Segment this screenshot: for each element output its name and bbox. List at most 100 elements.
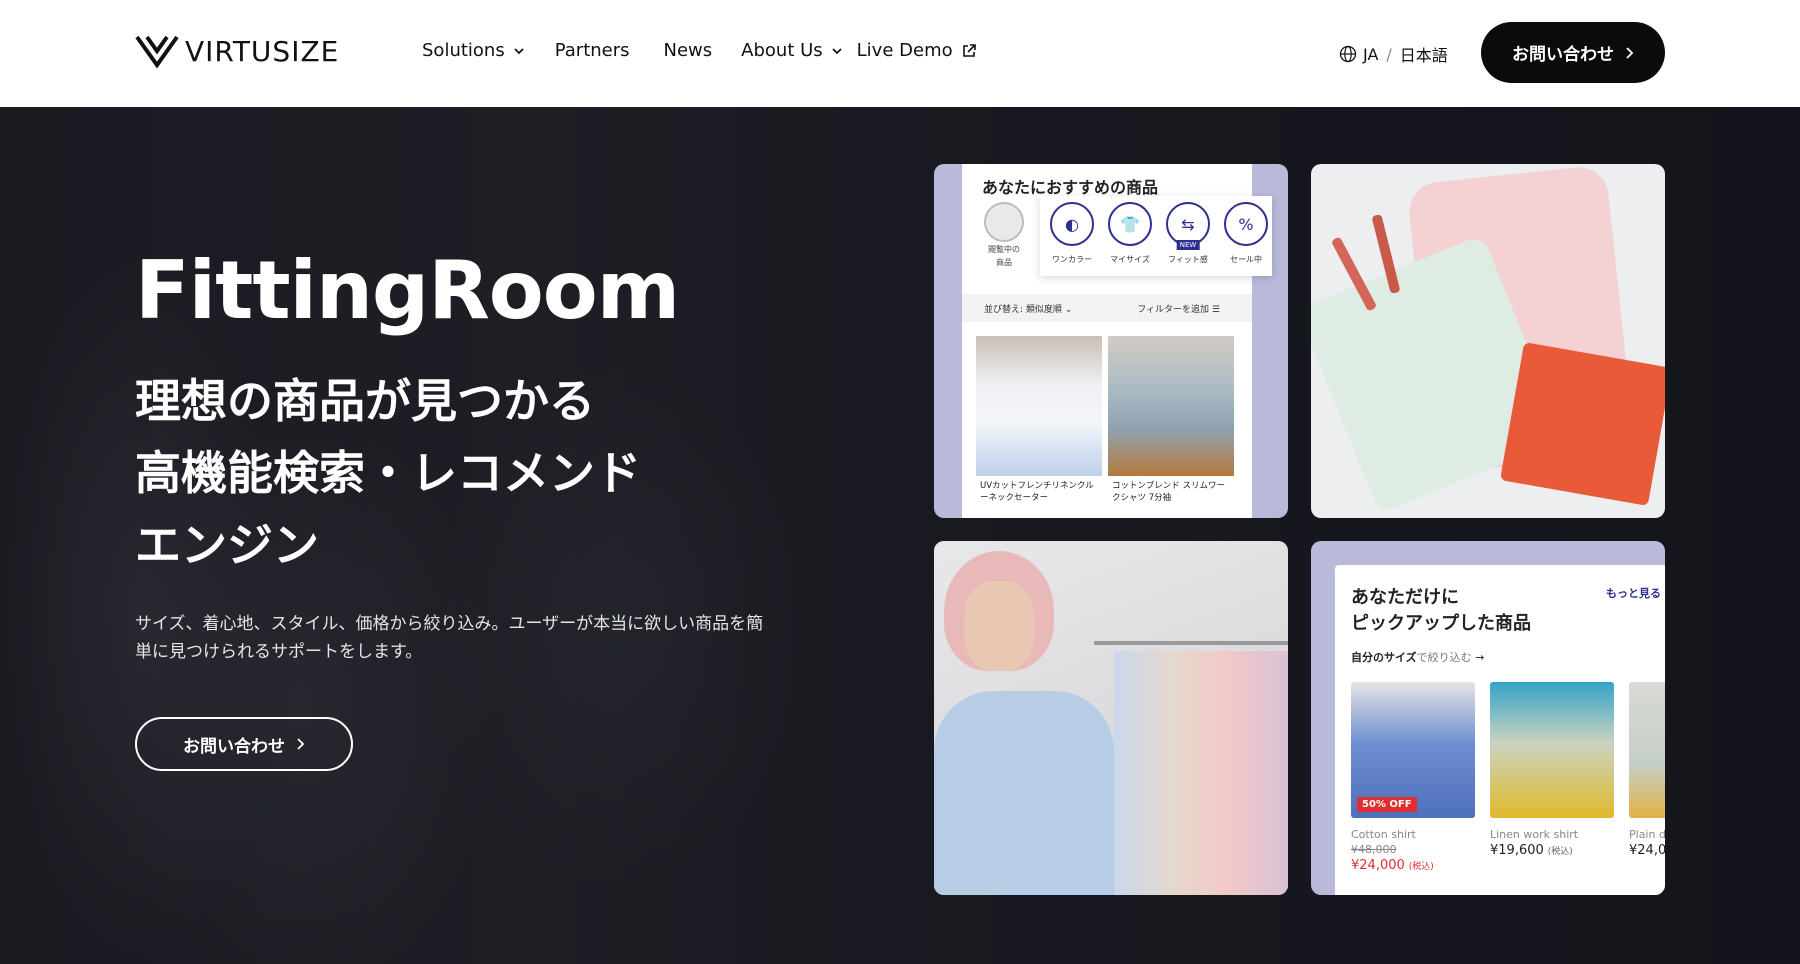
nav-about-us[interactable]: About Us bbox=[741, 40, 843, 61]
product-item[interactable]: 50% OFF Cotton shirt ¥48,000 ¥24,000 (税込) bbox=[1351, 682, 1475, 873]
contact-button-hero-label: お問い合わせ bbox=[183, 736, 285, 757]
lang-code: JA bbox=[1363, 44, 1379, 64]
hero-subtitle-line: 理想の商品が見つかる bbox=[135, 374, 595, 428]
add-filter-button[interactable]: フィルターを追加 ☰ bbox=[1137, 302, 1220, 315]
contact-button-hero[interactable]: お問い合わせ bbox=[135, 717, 353, 771]
virtusize-logo-icon bbox=[135, 35, 179, 69]
percent-icon: % bbox=[1224, 202, 1268, 246]
sort-bar: 並び替え: 類似度順 ⌄ フィルターを追加 ☰ bbox=[962, 294, 1252, 322]
hero-subtitle: 理想の商品が見つかる 高機能検索・レコメンド エンジン bbox=[135, 365, 755, 581]
product-price: ¥19,600 (税込) bbox=[1490, 843, 1614, 858]
virtusize-logo[interactable]: VIRTUSIZE bbox=[135, 33, 339, 69]
chip-sale[interactable]: % セール中 bbox=[1224, 202, 1268, 270]
palette-icon: ◐ bbox=[1050, 202, 1094, 246]
product-name: コットンブレンド スリムワークシャツ 7分袖 bbox=[1112, 481, 1225, 503]
viewed-label-line: 閲覧中の bbox=[988, 245, 1020, 254]
discount-badge: 50% OFF bbox=[1357, 797, 1417, 812]
chevron-down-icon bbox=[514, 47, 524, 54]
clothes-rack bbox=[1094, 641, 1288, 645]
site-header: VIRTUSIZE Solutions Partners News About … bbox=[0, 0, 1800, 107]
original-price: ¥48,000 bbox=[1351, 843, 1397, 856]
recommendation-title: あなたにおすすめの商品 bbox=[982, 178, 1159, 197]
hero-description: サイズ、着心地、スタイル、価格から絞り込み。ユーザーが本当に欲しい商品を簡 単に… bbox=[135, 610, 825, 666]
contact-button-label: お問い合わせ bbox=[1512, 45, 1614, 65]
size-filter-text: で絞り込む bbox=[1416, 651, 1472, 664]
tax-note: (税込) bbox=[1547, 847, 1573, 857]
nav-news[interactable]: News bbox=[664, 40, 713, 61]
chip-label: セール中 bbox=[1230, 255, 1262, 264]
viewed-product[interactable]: 閲覧中の 商品 bbox=[982, 202, 1026, 268]
fit-icon: ⇆ NEW bbox=[1166, 202, 1210, 250]
logo-text: VIRTUSIZE bbox=[185, 34, 340, 68]
nav-about-us-label: About Us bbox=[741, 40, 823, 61]
hero-description-line: 単に見つけられるサポートをします。 bbox=[135, 642, 423, 662]
picked-title: あなただけに ピックアップした商品 bbox=[1351, 585, 1571, 637]
product-item[interactable]: Linen work shirt ¥19,600 (税込) bbox=[1490, 682, 1614, 858]
hero-description-line: サイズ、着心地、スタイル、価格から絞り込み。ユーザーが本当に欲しい商品を簡 bbox=[135, 614, 764, 634]
product-image bbox=[1629, 682, 1665, 818]
nav-partners-label: Partners bbox=[554, 40, 630, 61]
viewed-product-thumbnail bbox=[984, 202, 1024, 242]
hero-subtitle-line: 高機能検索・レコメンド bbox=[135, 446, 641, 500]
product-name: Plain d bbox=[1629, 828, 1665, 841]
hanging-clothes bbox=[1114, 651, 1288, 895]
filter-chips: ◐ ワンカラー 👕 マイサイズ ⇆ NEW フィット感 % セール中 bbox=[1040, 196, 1272, 276]
hero-title: FittingRoom bbox=[135, 244, 680, 337]
product-card[interactable]: コットンブレンド スリムワークシャツ 7分袖 bbox=[1108, 336, 1234, 518]
hero-subtitle-line: エンジン bbox=[135, 518, 319, 572]
nav-news-label: News bbox=[663, 40, 713, 61]
picked-title-line: あなただけに bbox=[1351, 587, 1459, 608]
size-filter-link[interactable]: 自分のサイズで絞り込む → bbox=[1351, 649, 1484, 665]
filter-chip-row: 閲覧中の 商品 ◐ ワンカラー 👕 マイサイズ ⇆ NEW フィット感 % セー… bbox=[962, 196, 1272, 276]
nav-partners[interactable]: Partners bbox=[555, 40, 630, 61]
chip-label: ワンカラー bbox=[1052, 255, 1092, 264]
product-image bbox=[976, 336, 1102, 476]
product-image bbox=[1490, 682, 1614, 818]
language-switcher[interactable]: JA / 日本語 bbox=[1339, 42, 1448, 66]
chevron-right-icon bbox=[1626, 46, 1634, 59]
bag-shape bbox=[1499, 342, 1665, 506]
lang-label: 日本語 bbox=[1399, 46, 1448, 65]
sort-dropdown[interactable]: 並び替え: 類似度順 ⌄ bbox=[984, 302, 1072, 315]
contact-button-header[interactable]: お問い合わせ bbox=[1481, 22, 1665, 83]
nav-solutions-label: Solutions bbox=[422, 40, 505, 61]
arrow-right-icon: → bbox=[1475, 651, 1485, 664]
product-price: ¥24,00 bbox=[1629, 843, 1665, 858]
chevron-down-icon bbox=[832, 47, 842, 54]
recommendation-panel: あなたにおすすめの商品 閲覧中の 商品 ◐ ワンカラー 👕 マイサイズ ⇆ NE… bbox=[962, 164, 1272, 518]
product-name: UVカットフレンチリネンクルーネックセーター bbox=[980, 481, 1094, 503]
size-filter-bold: 自分のサイズ bbox=[1351, 651, 1417, 664]
hero-section: FittingRoom 理想の商品が見つかる 高機能検索・レコメンド エンジン … bbox=[0, 107, 1800, 964]
picked-for-you-card: あなただけに ピックアップした商品 もっと見る 自分のサイズで絞り込む → 50… bbox=[1311, 541, 1665, 895]
nav-solutions[interactable]: Solutions bbox=[422, 40, 525, 61]
picked-panel: あなただけに ピックアップした商品 もっと見る 自分のサイズで絞り込む → 50… bbox=[1335, 565, 1665, 895]
tax-note: (税込) bbox=[1408, 862, 1434, 872]
product-card[interactable]: UVカットフレンチリネンクルーネックセーター bbox=[976, 336, 1102, 518]
chip-fit[interactable]: ⇆ NEW フィット感 bbox=[1166, 202, 1210, 270]
product-image: 50% OFF bbox=[1351, 682, 1475, 818]
chip-one-color[interactable]: ◐ ワンカラー bbox=[1050, 202, 1094, 270]
chip-my-size[interactable]: 👕 マイサイズ bbox=[1108, 202, 1152, 270]
add-filter-label: フィルターを追加 bbox=[1137, 305, 1210, 315]
external-link-icon bbox=[962, 43, 976, 57]
price-value: ¥19,600 bbox=[1490, 843, 1544, 858]
see-more-link[interactable]: もっと見る bbox=[1606, 585, 1661, 601]
nav-live-demo[interactable]: Live Demo bbox=[857, 40, 977, 61]
viewed-label-line: 商品 bbox=[996, 258, 1012, 267]
shopping-photo bbox=[934, 541, 1288, 895]
person-body bbox=[934, 691, 1114, 895]
person-face bbox=[964, 581, 1034, 671]
product-item[interactable]: Plain d ¥24,00 bbox=[1629, 682, 1665, 858]
sort-label: 並び替え: 類似度順 bbox=[984, 305, 1062, 315]
product-image bbox=[1108, 336, 1234, 476]
viewed-product-label: 閲覧中の 商品 bbox=[982, 245, 1026, 268]
flatlay-photo bbox=[1311, 164, 1665, 518]
sale-price: ¥24,000 (税込) bbox=[1351, 858, 1475, 873]
main-nav: Solutions Partners News About Us Live De… bbox=[422, 40, 977, 61]
new-badge: NEW bbox=[1176, 240, 1200, 250]
shirt-icon: 👕 bbox=[1108, 202, 1152, 246]
nav-live-demo-label: Live Demo bbox=[856, 40, 953, 61]
picked-title-line: ピックアップした商品 bbox=[1351, 613, 1531, 634]
lang-separator: / bbox=[1386, 44, 1392, 64]
product-name: Cotton shirt bbox=[1351, 828, 1416, 841]
